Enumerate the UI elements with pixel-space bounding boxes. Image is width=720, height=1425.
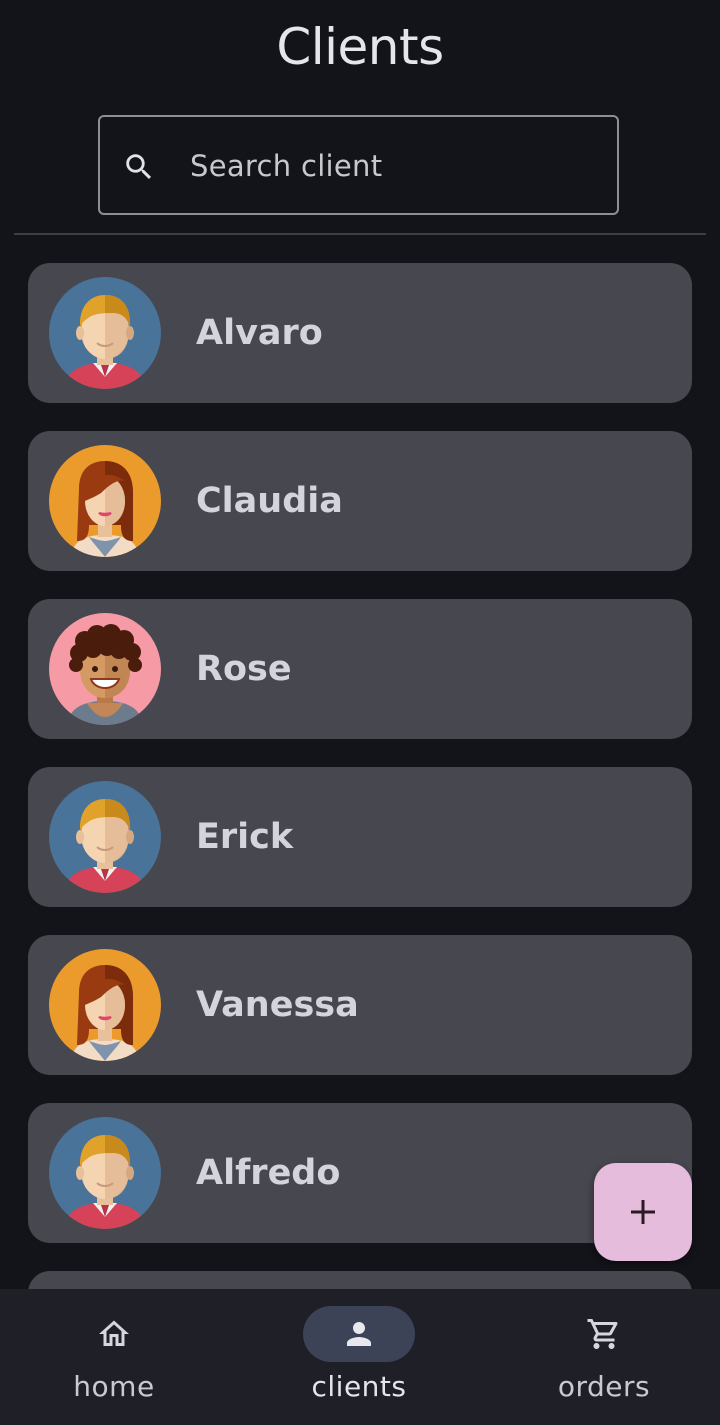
search-placeholder: Search client — [190, 149, 383, 183]
client-name: Claudia — [196, 481, 343, 521]
nav-label: orders — [557, 1370, 651, 1403]
avatar-man-blonde — [49, 1117, 161, 1229]
page-title: Clients — [276, 18, 444, 76]
client-name: Alvaro — [196, 313, 323, 353]
client-name: Alfredo — [196, 1153, 341, 1193]
avatar-man-blonde — [49, 781, 161, 893]
search-input[interactable]: Search client — [98, 115, 619, 215]
client-card-partial[interactable] — [28, 1271, 692, 1289]
cart-icon — [587, 1319, 618, 1349]
divider — [14, 233, 706, 235]
client-card[interactable]: Vanessa — [28, 935, 692, 1075]
bottom-navigation: home clients orders — [0, 1289, 720, 1425]
clients-screen: Clients Search client Alvaro Claudia Ros… — [0, 0, 720, 1425]
add-client-button[interactable] — [594, 1163, 692, 1261]
client-card[interactable]: Alfredo — [28, 1103, 692, 1243]
client-card[interactable]: Claudia — [28, 431, 692, 571]
nav-item-clients[interactable]: clients — [239, 1289, 479, 1425]
avatar-man-blonde — [49, 277, 161, 389]
plus-icon — [631, 1200, 655, 1224]
client-list[interactable]: Alvaro Claudia Rose Erick Vanessa Alfred… — [28, 263, 692, 1289]
person-icon — [347, 1322, 371, 1346]
nav-item-home[interactable]: home — [0, 1289, 234, 1425]
client-card[interactable]: Alvaro — [28, 263, 692, 403]
search-icon — [126, 154, 152, 180]
avatar-woman-redhead — [49, 949, 161, 1061]
nav-item-orders[interactable]: orders — [484, 1289, 720, 1425]
client-card[interactable]: Rose — [28, 599, 692, 739]
nav-label: home — [73, 1370, 155, 1403]
avatar-woman-redhead — [49, 445, 161, 557]
client-name: Rose — [196, 649, 292, 689]
nav-label: clients — [311, 1370, 407, 1403]
client-card[interactable]: Erick — [28, 767, 692, 907]
home-icon — [99, 1320, 129, 1346]
client-name: Erick — [196, 817, 294, 857]
client-name: Vanessa — [196, 985, 359, 1025]
avatar-curly-hair — [49, 613, 161, 725]
